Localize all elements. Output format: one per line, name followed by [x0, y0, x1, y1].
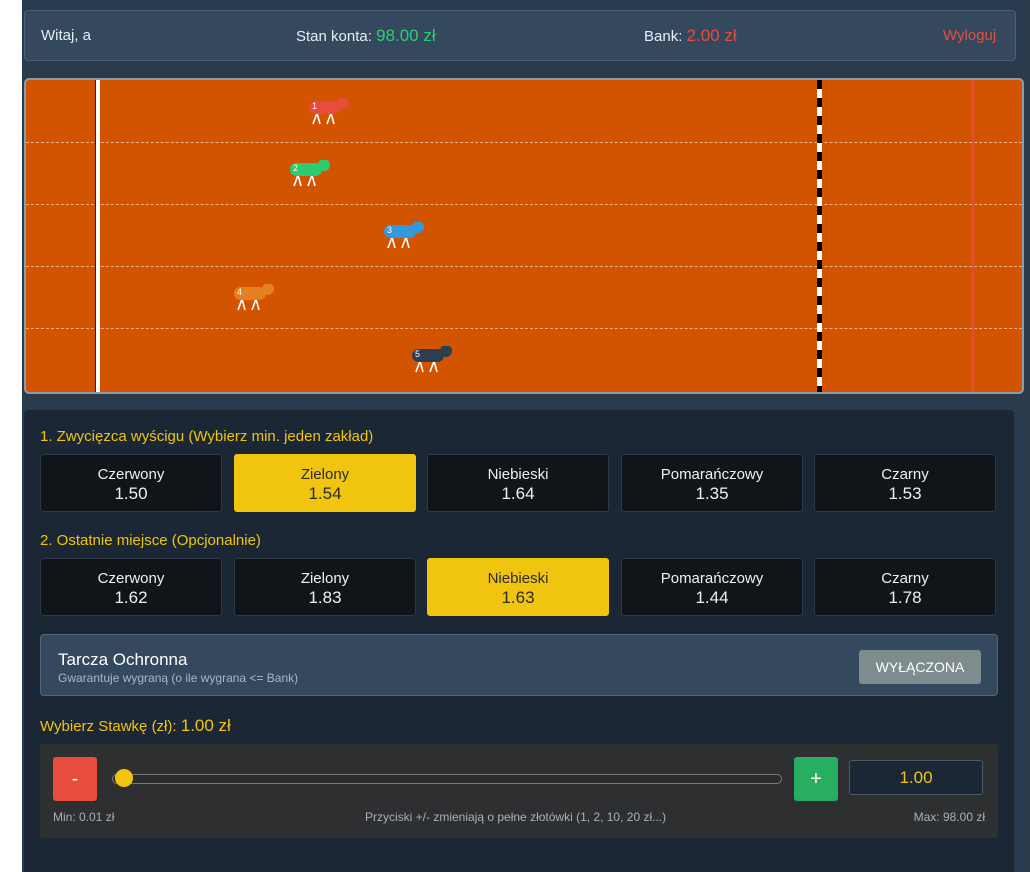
- balance: Stan konta: 98.00 zł: [296, 26, 436, 46]
- decrease-stake-button[interactable]: -: [53, 757, 97, 801]
- stake-controls: - + Min: 0.01 zł Przyciski +/- zmieniają…: [40, 744, 998, 838]
- track-end-line: [972, 80, 974, 392]
- bank-label: Bank:: [644, 28, 683, 45]
- top-bar: Witaj, a Stan konta: 98.00 zł Bank: 2.00…: [24, 10, 1016, 61]
- last-place-options: Czerwony 1.62 Zielony 1.83 Niebieski 1.63 Poma…: [40, 558, 998, 618]
- stake-min-label: Min: 0.01 zł: [53, 810, 115, 824]
- stake-input[interactable]: [849, 760, 983, 795]
- protection-shield: Tarcza Ochronna Gwarantuje wygraną (o il…: [40, 634, 998, 696]
- option-odds: 1.64: [501, 484, 535, 503]
- stake-slider-handle[interactable]: [115, 769, 133, 787]
- option-name: Pomarańczowy: [660, 570, 764, 587]
- winner-section-title: 1. Zwycięzca wyścigu (Wybierz min. jeden…: [40, 428, 374, 445]
- runner-4: 4: [232, 284, 276, 314]
- lane-divider: [26, 266, 1022, 267]
- last-place-option-3[interactable]: Niebieski 1.63: [427, 558, 609, 616]
- option-name: Niebieski: [487, 466, 549, 483]
- option-odds: 1.62: [114, 588, 148, 607]
- option-odds: 1.53: [888, 484, 922, 503]
- option-odds: 1.35: [695, 484, 729, 503]
- shield-description: Gwarantuje wygraną (o ile wygrana <= Ban…: [58, 671, 299, 685]
- race-track: 1 2 3 4 5: [24, 78, 1024, 394]
- runner-number: 4: [237, 287, 243, 297]
- shield-title: Tarcza Ochronna: [58, 650, 188, 669]
- option-odds: 1.78: [888, 588, 922, 607]
- option-name: Niebieski: [487, 570, 549, 587]
- winner-option-4[interactable]: Pomarańczowy 1.35: [621, 454, 803, 512]
- option-name: Czerwony: [97, 570, 165, 587]
- last-place-option-5[interactable]: Czarny 1.78: [814, 558, 996, 616]
- logout-link[interactable]: Wyloguj: [943, 27, 996, 44]
- increase-stake-button[interactable]: +: [794, 757, 838, 801]
- option-name: Pomarańczowy: [660, 466, 764, 483]
- lane-divider: [26, 142, 1022, 143]
- winner-options: Czerwony 1.50 Zielony 1.54 Niebieski 1.64 Poma…: [40, 454, 998, 514]
- runner-number: 5: [415, 349, 421, 359]
- last-place-option-1[interactable]: Czerwony 1.62: [40, 558, 222, 616]
- greeting: Witaj, a: [41, 27, 92, 44]
- stake-max-label: Max: 98.00 zł: [913, 810, 985, 824]
- winner-option-1[interactable]: Czerwony 1.50: [40, 454, 222, 512]
- option-odds: 1.44: [695, 588, 729, 607]
- stake-current: 1.00 zł: [180, 716, 231, 735]
- bank-value: 2.00 zł: [686, 26, 737, 45]
- runner-3: 3: [382, 222, 426, 252]
- last-place-option-2[interactable]: Zielony 1.83: [234, 558, 416, 616]
- runner-number: 3: [387, 225, 393, 235]
- lane-divider: [26, 204, 1022, 205]
- option-name: Czarny: [881, 570, 929, 587]
- stake-slider[interactable]: [112, 774, 782, 784]
- stake-label: Wybierz Stawkę (zł):: [40, 718, 177, 735]
- lane-divider: [26, 328, 1022, 329]
- runner-2: 2: [288, 160, 332, 190]
- option-name: Zielony: [300, 466, 350, 483]
- winner-option-3[interactable]: Niebieski 1.64: [427, 454, 609, 512]
- option-odds: 1.63: [501, 588, 535, 607]
- runner-number: 2: [293, 163, 299, 173]
- stake-hint: Przyciski +/- zmieniają o pełne złotówki…: [365, 810, 667, 824]
- last-place-option-4[interactable]: Pomarańczowy 1.44: [621, 558, 803, 616]
- runner-1: 1: [307, 98, 351, 128]
- start-line: [95, 80, 100, 392]
- last-place-section-title: 2. Ostatnie miejsce (Opcjonalnie): [40, 532, 261, 549]
- app-window: Witaj, a Stan konta: 98.00 zł Bank: 2.00…: [22, 0, 1030, 872]
- option-name: Czarny: [881, 466, 929, 483]
- winner-option-2[interactable]: Zielony 1.54: [234, 454, 416, 512]
- runner-number: 1: [312, 101, 318, 111]
- winner-option-5[interactable]: Czarny 1.53: [814, 454, 996, 512]
- runner-5: 5: [410, 346, 454, 376]
- shield-toggle-button[interactable]: WYŁĄCZONA: [859, 650, 981, 684]
- option-name: Zielony: [300, 570, 350, 587]
- option-odds: 1.83: [308, 588, 342, 607]
- stake-title: Wybierz Stawkę (zł): 1.00 zł: [40, 716, 231, 736]
- balance-value: 98.00 zł: [376, 26, 436, 45]
- bet-panel: 1. Zwycięzca wyścigu (Wybierz min. jeden…: [24, 410, 1014, 872]
- finish-line: [817, 80, 822, 392]
- option-odds: 1.50: [114, 484, 148, 503]
- option-name: Czerwony: [97, 466, 165, 483]
- option-odds: 1.54: [308, 484, 342, 503]
- bank: Bank: 2.00 zł: [644, 26, 737, 46]
- balance-label: Stan konta:: [296, 28, 372, 45]
